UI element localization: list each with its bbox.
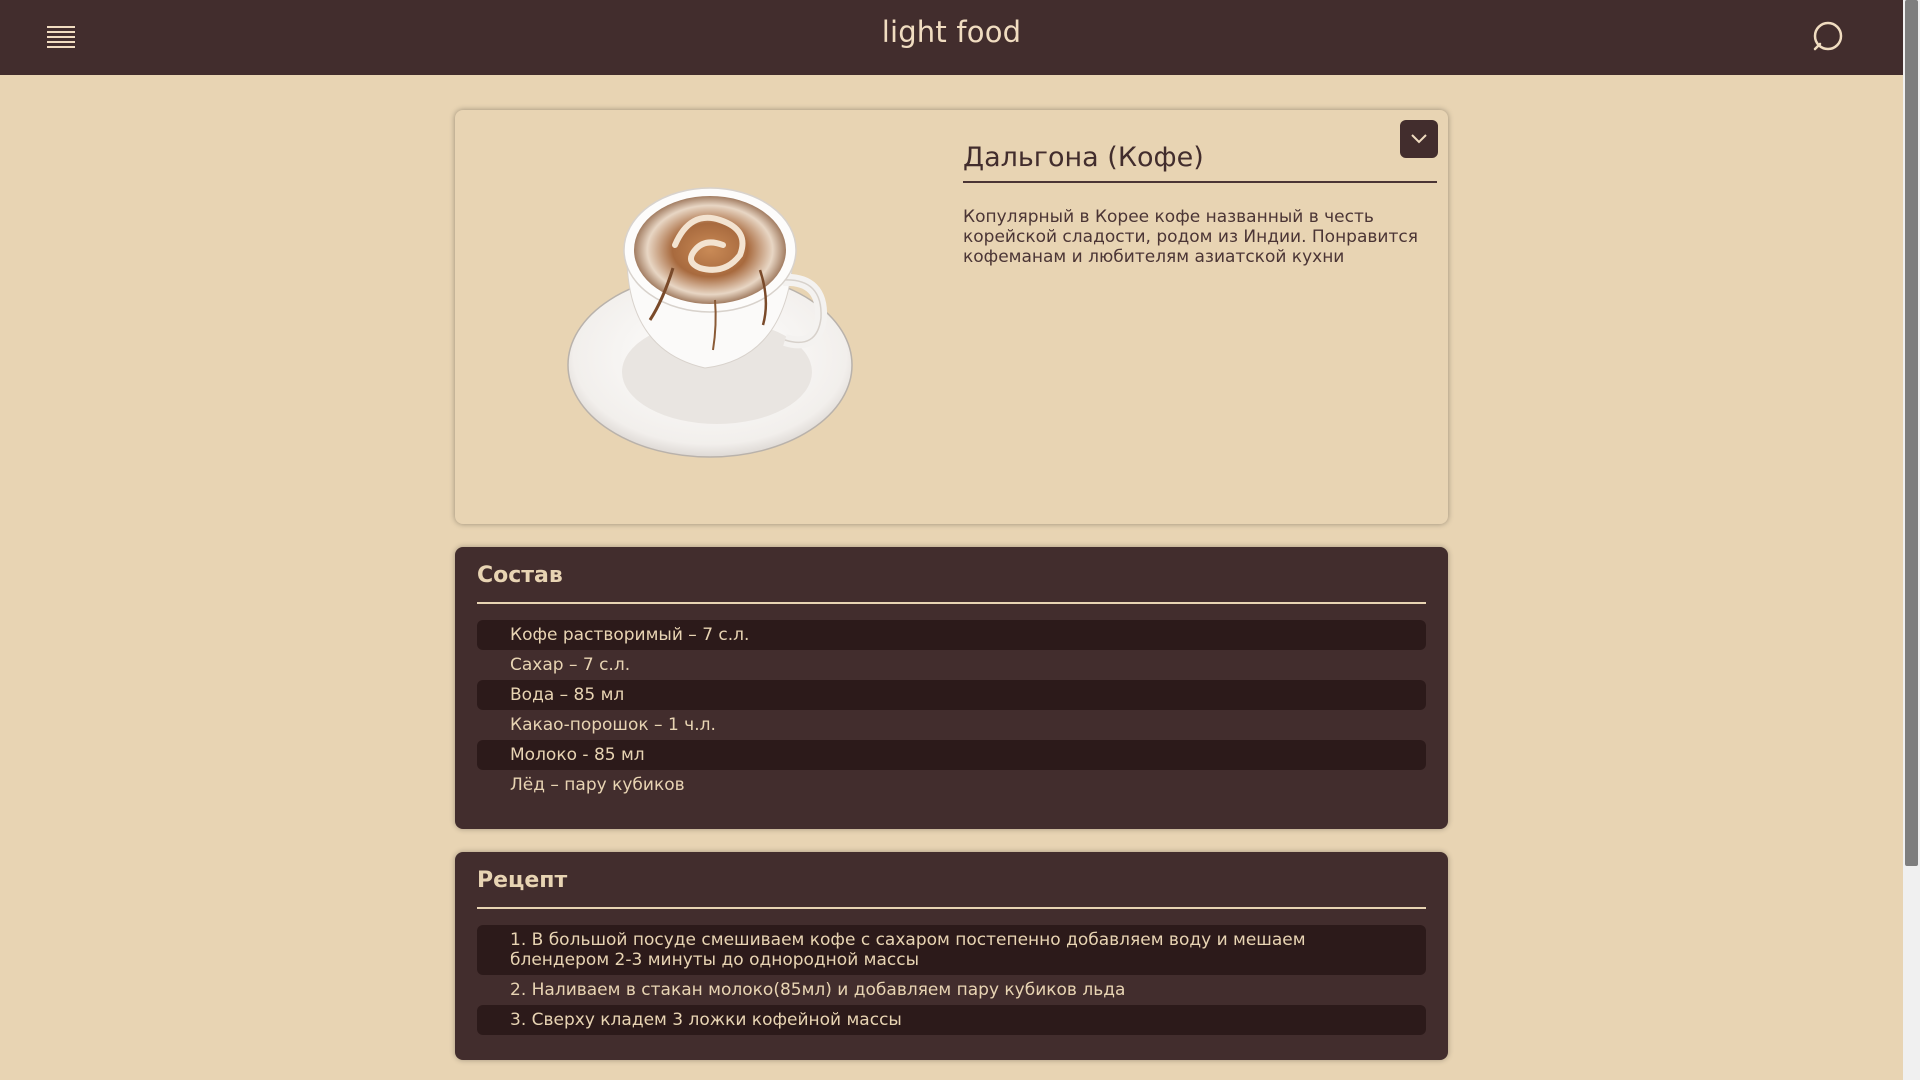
recipe-steps: 1. В большой посуде смешиваем кофе с сах… (477, 925, 1426, 1035)
chevron-down-icon (1411, 134, 1427, 144)
search-icon[interactable] (1810, 19, 1846, 55)
recipe-title: Рецепт (477, 868, 1426, 909)
ingredient-item: Кофе растворимый – 7 с.л. (477, 620, 1426, 650)
recipe-step: 1. В большой посуде смешиваем кофе с сах… (477, 925, 1426, 975)
ingredients-title: Состав (477, 563, 1426, 604)
ingredient-item: Молоко - 85 мл (477, 740, 1426, 770)
collapse-button[interactable] (1400, 120, 1438, 158)
dish-description: Копулярный в Корее кофе названный в чест… (963, 207, 1418, 267)
recipe-step: 3. Сверху кладем 3 ложки кофейной массы (477, 1005, 1426, 1035)
ingredients-list: Кофе растворимый – 7 с.л. Сахар – 7 с.л.… (477, 620, 1426, 800)
coffee-cup-image (555, 150, 855, 460)
dish-card: Дальгона (Кофе) Копулярный в Корее кофе … (455, 110, 1448, 524)
ingredient-item: Лёд – пару кубиков (510, 775, 685, 795)
ingredient-item: Сахар – 7 с.л. (510, 655, 631, 675)
ingredients-card: Состав Кофе растворимый – 7 с.л. Сахар –… (455, 547, 1448, 829)
ingredient-item: Какао-порошок – 1 ч.л. (510, 715, 716, 735)
ingredient-item: Вода – 85 мл (477, 680, 1426, 710)
recipe-step: 2. Наливаем в стакан молоко(85мл) и доба… (510, 980, 1126, 1000)
dish-title: Дальгона (Кофе) (963, 142, 1437, 183)
app-logo[interactable]: light food (0, 15, 1903, 49)
recipe-card: Рецепт 1. В большой посуде смешиваем коф… (455, 852, 1448, 1060)
scrollbar-thumb[interactable] (1905, 0, 1918, 866)
top-header: light food (0, 0, 1903, 75)
